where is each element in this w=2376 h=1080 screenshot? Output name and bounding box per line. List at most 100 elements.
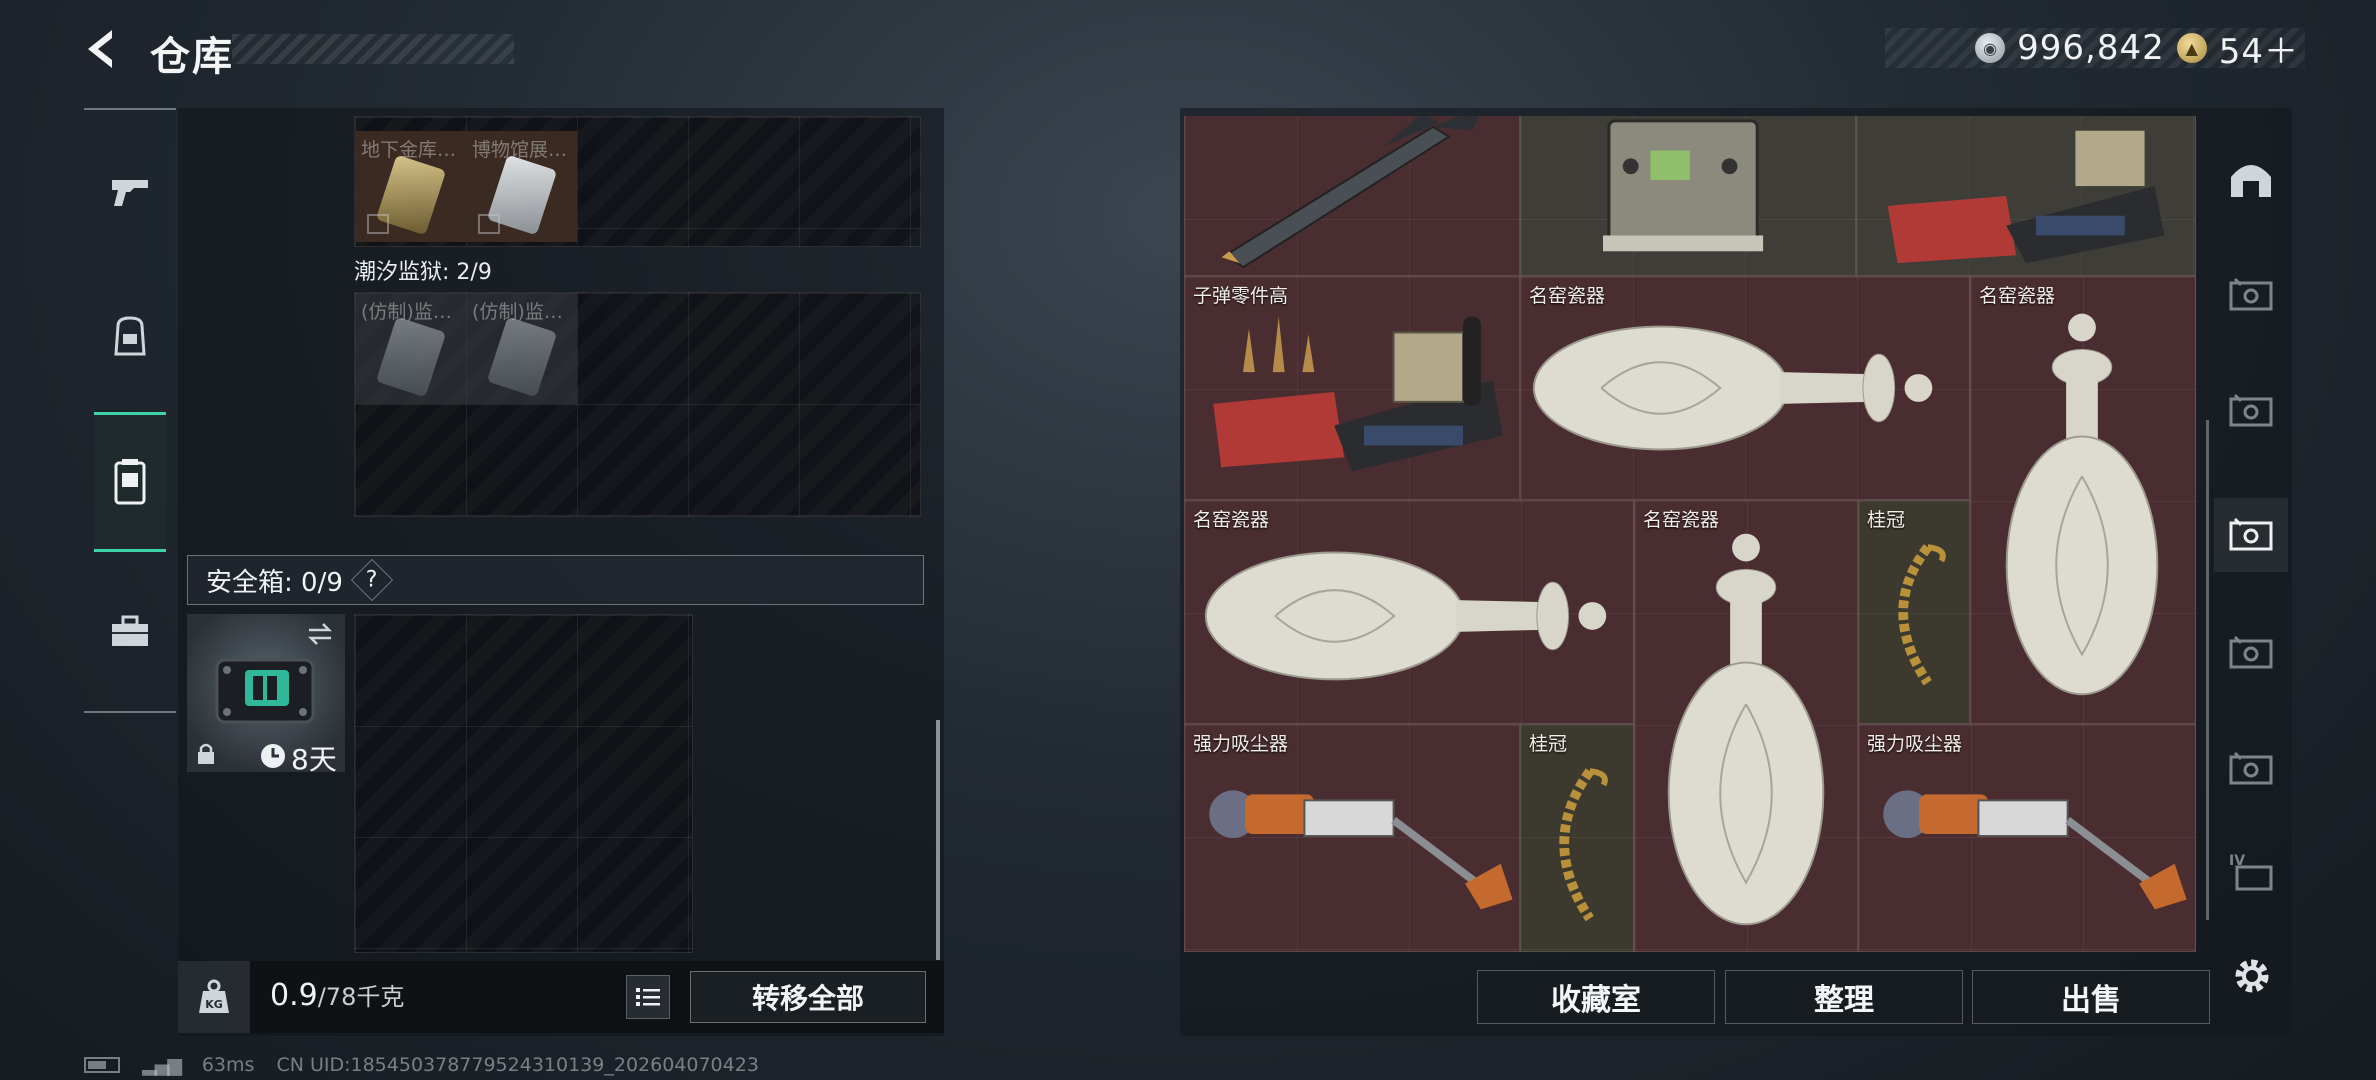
vault-slot-item[interactable]: 地下金库… [355, 131, 466, 242]
nav-weapons[interactable] [94, 156, 166, 228]
nav-backpack[interactable] [94, 300, 166, 372]
weight-display: 0.9/78千克 [270, 977, 404, 1013]
vacuum-art [1209, 790, 1513, 910]
tab-collection-4[interactable] [2214, 616, 2288, 690]
backpack-icon [114, 316, 146, 356]
gold-coin-icon: ▲ [2176, 33, 2207, 63]
missile-art [1221, 116, 1479, 269]
sell-button[interactable]: 出售 [1972, 970, 2210, 1024]
laurel-crown-art [1898, 544, 1946, 686]
item-name: 名窑瓷器 [1643, 509, 1720, 531]
gold-value[interactable]: 54＋ [2219, 24, 2299, 73]
weight-max: /78千克 [317, 983, 405, 1011]
item-name: 强力吸尘器 [1867, 733, 1963, 755]
collection-item-vacuum[interactable]: 强力吸尘器 [1184, 724, 1520, 952]
title-stripe [232, 34, 514, 64]
signal-icon: ▂▄▆ [142, 1054, 182, 1076]
secure-case-item[interactable]: 8天 [187, 614, 345, 776]
porcelain-vase-art [1667, 533, 1825, 926]
tab-collection-3[interactable] [2214, 498, 2288, 572]
collection-item-radio[interactable] [1520, 116, 1856, 276]
list-view-button[interactable] [626, 975, 670, 1019]
lock-icon [198, 743, 214, 764]
collection-item-vacuum[interactable]: 强力吸尘器 [1858, 724, 2196, 952]
uid-text: CN UID:185450378779524310139_20260407042… [276, 1054, 759, 1076]
prison-label: 潮汐监狱: 2/9 [354, 260, 492, 285]
collection-item-ammo-parts[interactable] [1856, 116, 2196, 276]
gear-icon [2235, 959, 2269, 993]
collection-item-porcelain[interactable]: 名窑瓷器 [1184, 500, 1634, 724]
unavailable-icon [478, 214, 500, 234]
prison-slot-item[interactable]: (仿制)监… [466, 293, 577, 404]
tab-collection-1[interactable] [2214, 258, 2288, 332]
clock-icon [261, 744, 285, 768]
tab-collection-6[interactable]: IV [2214, 834, 2288, 908]
tab-collection-5[interactable] [2214, 732, 2288, 806]
laurel-crown-art [1559, 768, 1608, 922]
collection-item-missile[interactable] [1184, 116, 1520, 276]
porcelain-vase-art [2005, 313, 2159, 696]
currency-bar: ◉ 996,842 ▲ 54＋ [1885, 28, 2305, 72]
page-title: 仓库 [150, 34, 234, 80]
collection-tier-iv-icon: IV [2229, 853, 2273, 891]
ammo-parts-art [1213, 316, 1503, 472]
collection-frame-icon [2229, 277, 2273, 311]
vault-door-icon [2231, 165, 2271, 197]
svg-text:KG: KG [205, 998, 223, 1011]
secure-timer: 8天 [291, 743, 337, 776]
ammo-parts-art [1887, 130, 2165, 264]
item-name: 强力吸尘器 [1193, 733, 1289, 755]
tab-vault[interactable] [2214, 142, 2288, 216]
collection-scrollbar[interactable] [2206, 420, 2209, 920]
keycard-art [486, 316, 558, 398]
vault-grid: 地下金库… 博物馆展… [354, 116, 921, 247]
weight-icon: KG [199, 979, 229, 1013]
collection-room-button[interactable]: 收藏室 [1477, 970, 1715, 1024]
settings-button[interactable] [2226, 950, 2278, 1002]
collection-item-ammo-parts[interactable]: 子弹零件高 [1184, 276, 1520, 500]
secure-box-label: 安全箱: 0/9 [206, 567, 343, 598]
collection-tabs: IV [2214, 118, 2288, 908]
secure-box-header: 安全箱: 0/9 ? [187, 555, 924, 605]
back-arrow-icon [88, 30, 112, 68]
left-nav [84, 108, 176, 713]
back-button[interactable] [78, 24, 128, 74]
tab-collection-2[interactable] [2214, 374, 2288, 448]
nav-toolbox[interactable] [94, 596, 166, 668]
pistol-icon [112, 180, 148, 206]
unavailable-icon [367, 214, 389, 234]
transfer-all-button[interactable]: 转移全部 [690, 971, 926, 1023]
organize-button[interactable]: 整理 [1725, 970, 1963, 1024]
collection-frame-icon [2229, 393, 2273, 427]
vacuum-art [1883, 790, 2187, 910]
vault-slot-item[interactable]: 博物馆展… [466, 131, 577, 242]
collection-item-laurel-crown[interactable]: 桂冠 [1520, 724, 1634, 952]
weight-icon-box: KG [178, 961, 250, 1033]
nav-storage[interactable] [94, 412, 166, 552]
radio-art [1603, 119, 1764, 252]
secure-box-grid[interactable] [354, 614, 693, 953]
collection-frame-icon [2229, 635, 2273, 669]
collection-frame-icon [2229, 517, 2273, 551]
item-name: 子弹零件高 [1193, 285, 1289, 307]
secure-help-button[interactable]: ? [350, 558, 394, 602]
ping-value: 63ms [201, 1054, 255, 1076]
item-name: 名窑瓷器 [1979, 285, 2056, 307]
silver-value: 996,842 [2017, 28, 2165, 68]
collection-grid: 子弹零件高 名窑瓷器 名窑瓷器 名窑瓷器 名窑瓷器 桂冠 强力吸尘器 桂冠 强力… [1184, 116, 2196, 952]
collection-item-laurel-crown[interactable]: 桂冠 [1858, 500, 1970, 724]
silver-coin-icon: ◉ [1975, 33, 2006, 63]
collection-item-porcelain[interactable]: 名窑瓷器 [1520, 276, 1970, 500]
collection-item-porcelain[interactable]: 名窑瓷器 [1634, 500, 1858, 952]
item-name: 桂冠 [1529, 733, 1568, 755]
item-name: 名窑瓷器 [1193, 509, 1270, 531]
swap-icon[interactable] [305, 622, 335, 646]
weight-bar: KG 0.9/78千克 转移全部 [178, 961, 944, 1033]
prison-slot-item[interactable]: (仿制)监… [355, 293, 466, 404]
storage-scrollbar[interactable] [936, 720, 940, 960]
prison-grid: (仿制)监… (仿制)监… [354, 292, 921, 517]
collection-item-porcelain[interactable]: 名窑瓷器 [1970, 276, 2196, 724]
porcelain-vase-art [1532, 325, 1933, 451]
battery-icon [84, 1057, 120, 1073]
list-icon [636, 988, 660, 1006]
